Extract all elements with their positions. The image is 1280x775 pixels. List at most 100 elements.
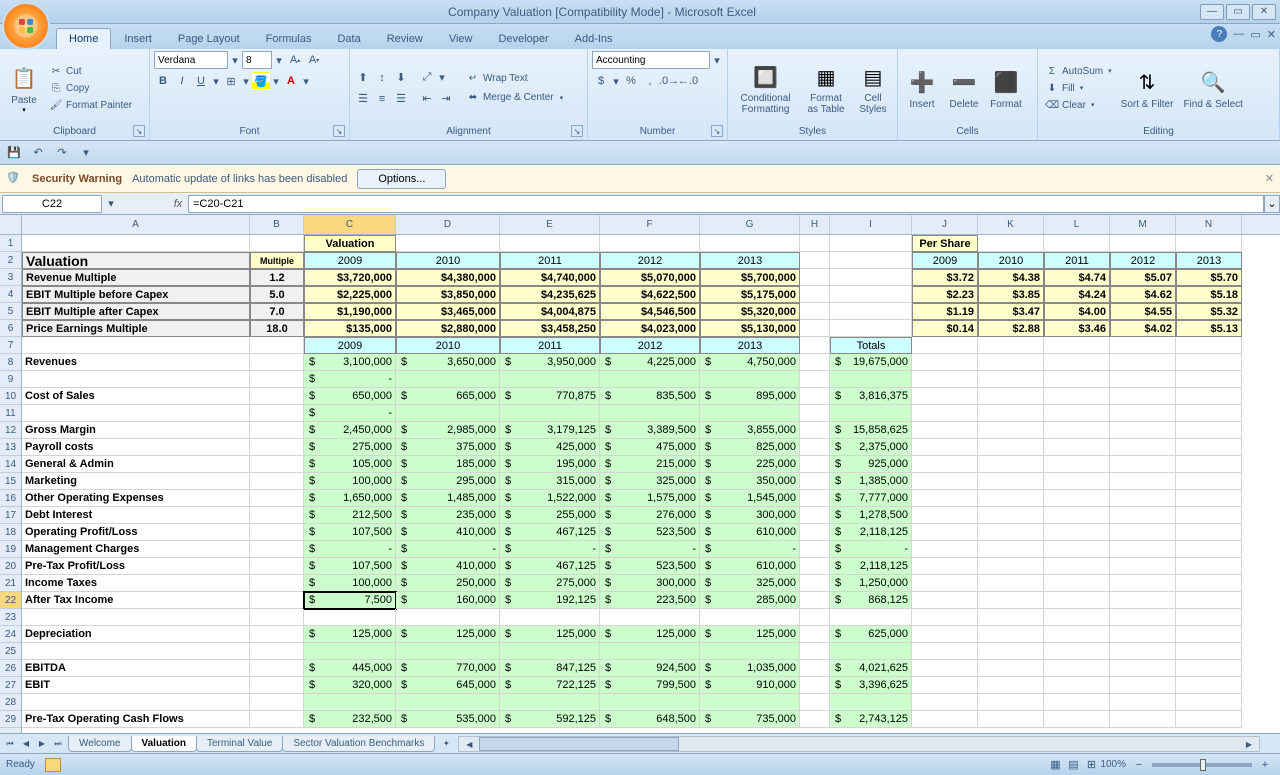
align-bottom-icon[interactable]: ⬇ bbox=[392, 69, 410, 87]
name-box[interactable] bbox=[2, 195, 102, 213]
autosum-button[interactable]: ΣAutoSum▾ bbox=[1042, 63, 1115, 79]
italic-button[interactable]: I bbox=[173, 72, 191, 90]
qat2-redo-icon[interactable]: ↷ bbox=[52, 143, 72, 163]
tab-developer[interactable]: Developer bbox=[485, 28, 561, 49]
fill-color-button[interactable]: 🪣 bbox=[252, 72, 270, 90]
office-button[interactable] bbox=[2, 2, 50, 50]
workbook-restore[interactable]: ▭ bbox=[1250, 28, 1260, 41]
col-header-I[interactable]: I bbox=[830, 215, 912, 234]
row-header-3[interactable]: 3 bbox=[0, 269, 21, 286]
row-header-12[interactable]: 12 bbox=[0, 422, 21, 439]
number-dialog[interactable]: ↘ bbox=[711, 125, 723, 137]
sheet-last-icon[interactable]: ⏭ bbox=[50, 736, 66, 752]
security-close-icon[interactable]: ✕ bbox=[1265, 172, 1274, 185]
tab-view[interactable]: View bbox=[436, 28, 486, 49]
fill-dropdown[interactable]: ▾ bbox=[271, 72, 281, 90]
horizontal-scrollbar[interactable]: ◀ ▶ bbox=[458, 736, 1260, 752]
macro-indicator-icon[interactable] bbox=[45, 758, 61, 772]
qat2-undo-icon[interactable]: ↶ bbox=[28, 143, 48, 163]
sheet-tab-sector-valuation-benchmarks[interactable]: Sector Valuation Benchmarks bbox=[282, 736, 435, 752]
currency-icon[interactable]: $ bbox=[592, 72, 610, 90]
align-middle-icon[interactable]: ↕ bbox=[373, 69, 391, 87]
align-right-icon[interactable]: ☰ bbox=[392, 90, 410, 108]
comma-icon[interactable]: , bbox=[641, 72, 659, 90]
formula-expand-icon[interactable]: ⌄ bbox=[1264, 195, 1280, 213]
zoom-label[interactable]: 100% bbox=[1100, 759, 1126, 770]
orientation-dropdown[interactable]: ▾ bbox=[437, 69, 447, 87]
format-table-button[interactable]: ▦Format as Table bbox=[801, 59, 851, 117]
col-header-H[interactable]: H bbox=[800, 215, 830, 234]
row-header-20[interactable]: 20 bbox=[0, 558, 21, 575]
col-header-M[interactable]: M bbox=[1110, 215, 1176, 234]
font-size-input[interactable] bbox=[242, 51, 272, 69]
row-header-29[interactable]: 29 bbox=[0, 711, 21, 728]
find-select-button[interactable]: 🔍Find & Select bbox=[1179, 65, 1246, 112]
new-sheet-icon[interactable]: ✦ bbox=[438, 736, 454, 752]
row-header-10[interactable]: 10 bbox=[0, 388, 21, 405]
col-header-L[interactable]: L bbox=[1044, 215, 1110, 234]
zoom-out-icon[interactable]: − bbox=[1130, 756, 1148, 774]
row-header-25[interactable]: 25 bbox=[0, 643, 21, 660]
tab-review[interactable]: Review bbox=[374, 28, 436, 49]
row-header-21[interactable]: 21 bbox=[0, 575, 21, 592]
workbook-close[interactable]: ✕ bbox=[1267, 28, 1276, 41]
font-dropdown-icon[interactable]: ▾ bbox=[229, 51, 241, 69]
select-all-corner[interactable] bbox=[0, 215, 21, 235]
insert-cells-button[interactable]: ➕Insert bbox=[902, 65, 942, 112]
qat2-save-icon[interactable]: 💾 bbox=[4, 143, 24, 163]
row-header-16[interactable]: 16 bbox=[0, 490, 21, 507]
sheet-first-icon[interactable]: ⏮ bbox=[2, 736, 18, 752]
col-header-G[interactable]: G bbox=[700, 215, 800, 234]
row-header-6[interactable]: 6 bbox=[0, 320, 21, 337]
close-button[interactable]: ✕ bbox=[1252, 4, 1276, 20]
border-button[interactable]: ⊞ bbox=[222, 72, 240, 90]
zoom-slider[interactable] bbox=[1152, 763, 1252, 767]
ribbon-minimize[interactable]: — bbox=[1233, 28, 1244, 40]
col-header-J[interactable]: J bbox=[912, 215, 978, 234]
cell-styles-button[interactable]: ▤Cell Styles bbox=[853, 59, 893, 117]
wrap-text-button[interactable]: ↵Wrap Text bbox=[463, 71, 566, 87]
paste-button[interactable]: 📋 Paste ▾ bbox=[4, 61, 44, 116]
row-header-27[interactable]: 27 bbox=[0, 677, 21, 694]
sheet-next-icon[interactable]: ▶ bbox=[34, 736, 50, 752]
sheet-tab-valuation[interactable]: Valuation bbox=[131, 736, 197, 752]
row-header-9[interactable]: 9 bbox=[0, 371, 21, 388]
col-header-N[interactable]: N bbox=[1176, 215, 1242, 234]
underline-dropdown[interactable]: ▾ bbox=[211, 72, 221, 90]
clear-button[interactable]: ⌫Clear▾ bbox=[1042, 97, 1115, 113]
sheet-tab-terminal-value[interactable]: Terminal Value bbox=[196, 736, 283, 752]
row-header-4[interactable]: 4 bbox=[0, 286, 21, 303]
row-header-24[interactable]: 24 bbox=[0, 626, 21, 643]
format-painter-button[interactable]: 🖌Format Painter bbox=[46, 97, 135, 113]
increase-decimal-icon[interactable]: .0→ bbox=[660, 72, 678, 90]
increase-indent-icon[interactable]: ⇥ bbox=[437, 90, 455, 108]
row-header-15[interactable]: 15 bbox=[0, 473, 21, 490]
orientation-icon[interactable]: ⤢ bbox=[418, 69, 436, 87]
row-header-26[interactable]: 26 bbox=[0, 660, 21, 677]
tab-page-layout[interactable]: Page Layout bbox=[165, 28, 253, 49]
font-dialog[interactable]: ↘ bbox=[333, 125, 345, 137]
formula-input[interactable] bbox=[188, 195, 1264, 213]
sort-filter-button[interactable]: ⇅Sort & Filter bbox=[1117, 65, 1178, 112]
align-center-icon[interactable]: ≡ bbox=[373, 90, 391, 108]
bold-button[interactable]: B bbox=[154, 72, 172, 90]
row-header-18[interactable]: 18 bbox=[0, 524, 21, 541]
view-normal-icon[interactable]: ▦ bbox=[1046, 756, 1064, 774]
qat2-customize-icon[interactable]: ▾ bbox=[76, 143, 96, 163]
clipboard-dialog[interactable]: ↘ bbox=[133, 125, 145, 137]
alignment-dialog[interactable]: ↘ bbox=[571, 125, 583, 137]
decrease-decimal-icon[interactable]: ←.0 bbox=[679, 72, 697, 90]
tab-data[interactable]: Data bbox=[324, 28, 373, 49]
copy-button[interactable]: ⎘Copy bbox=[46, 80, 135, 96]
view-pagebreak-icon[interactable]: ⊞ bbox=[1082, 756, 1100, 774]
name-box-dropdown[interactable]: ▾ bbox=[104, 195, 118, 213]
font-color-button[interactable]: A bbox=[282, 72, 300, 90]
view-layout-icon[interactable]: ▤ bbox=[1064, 756, 1082, 774]
align-top-icon[interactable]: ⬆ bbox=[354, 69, 372, 87]
col-header-C[interactable]: C bbox=[304, 215, 396, 234]
decrease-indent-icon[interactable]: ⇤ bbox=[418, 90, 436, 108]
row-header-14[interactable]: 14 bbox=[0, 456, 21, 473]
number-format-input[interactable] bbox=[592, 51, 710, 69]
scroll-thumb[interactable] bbox=[479, 737, 679, 751]
fill-button[interactable]: ⬇Fill▾ bbox=[1042, 80, 1115, 96]
